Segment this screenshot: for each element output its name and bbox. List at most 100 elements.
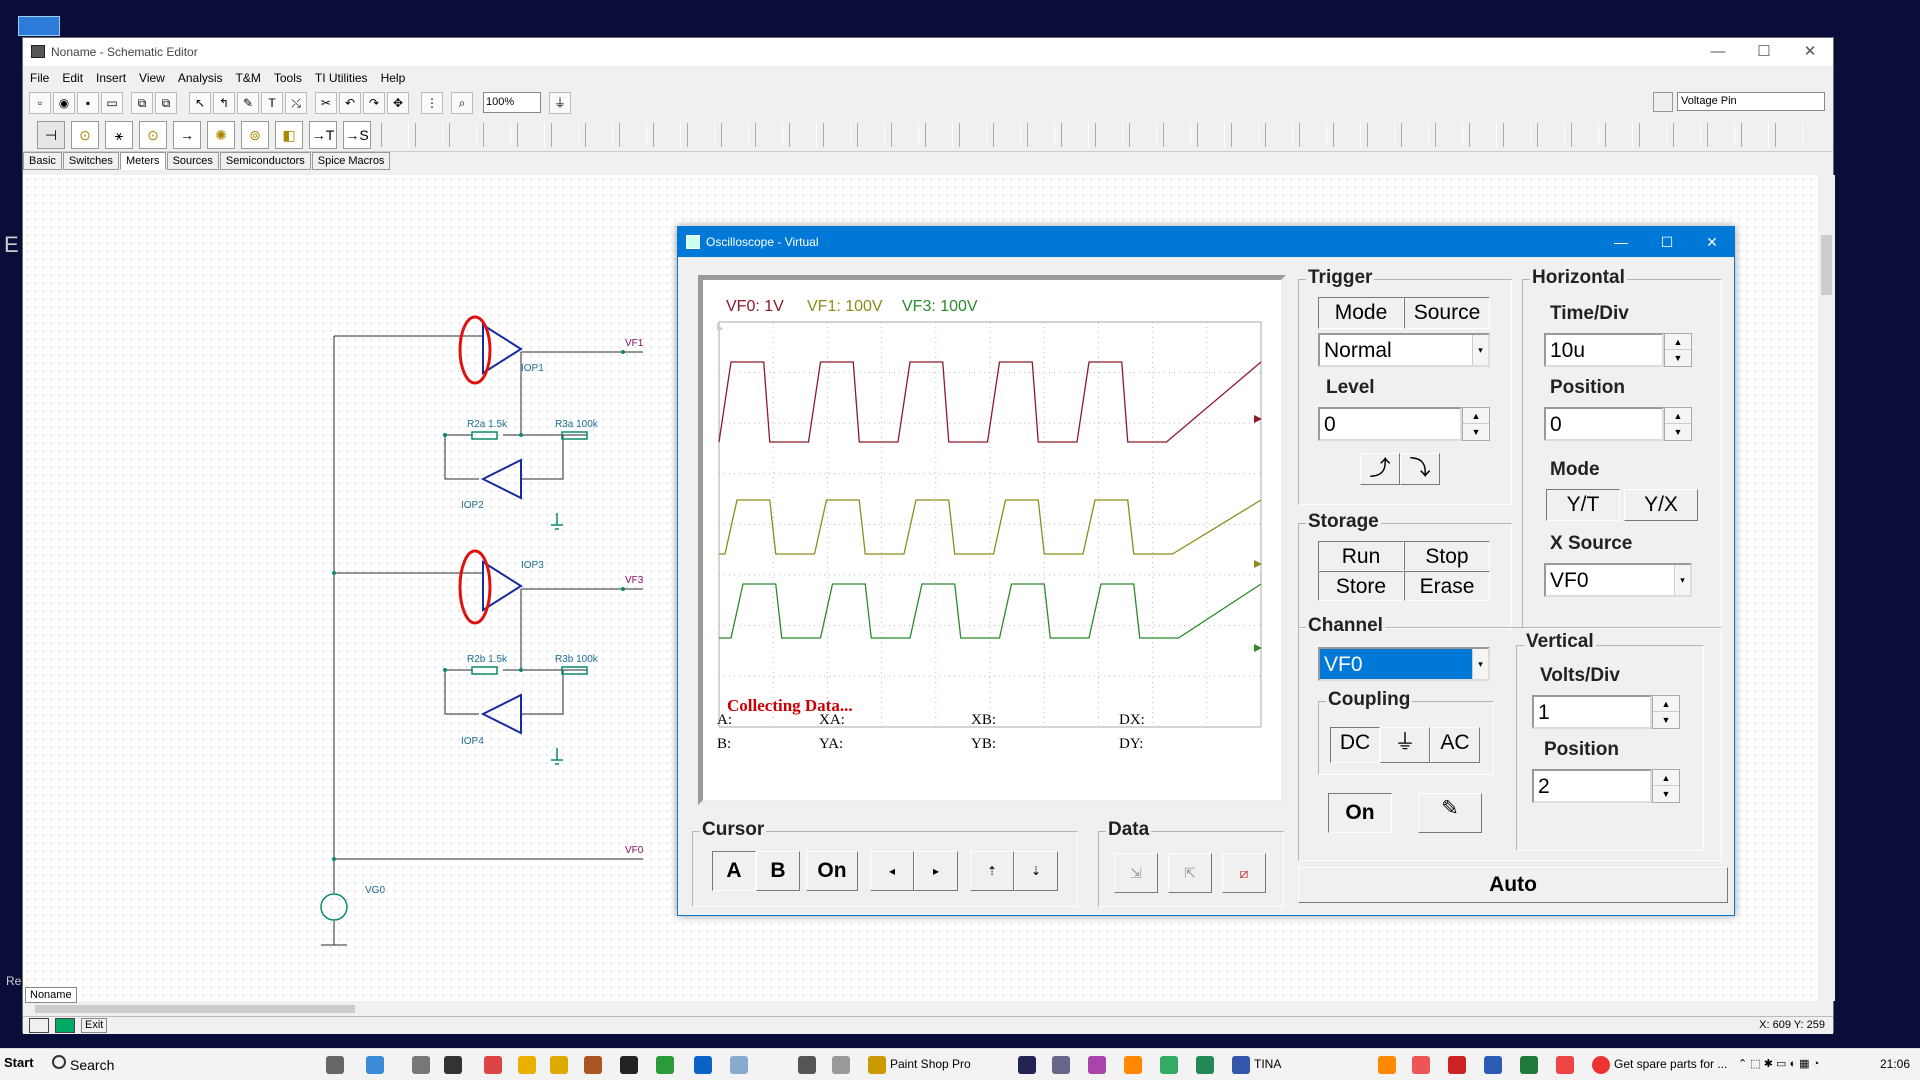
trigger-level-field[interactable]: 0 — [1318, 407, 1462, 441]
tina-icon[interactable] — [1232, 1056, 1250, 1074]
open-icon[interactable]: ◉ — [53, 92, 75, 114]
pen-icon[interactable]: ✎ — [237, 92, 259, 114]
timediv-stepper[interactable]: ▲ ▼ — [1664, 333, 1692, 367]
scope-close-button[interactable]: ✕ — [1689, 227, 1735, 257]
stop-button[interactable]: Stop — [1404, 541, 1490, 571]
erase-button[interactable]: Erase — [1404, 571, 1490, 601]
scroll-thumb[interactable] — [1821, 235, 1832, 295]
tab-basic[interactable]: Basic — [23, 152, 62, 170]
taskbar-search[interactable]: Search — [70, 1057, 114, 1073]
timediv-field[interactable]: 10u — [1544, 333, 1664, 367]
h-position-field[interactable]: 0 — [1544, 407, 1664, 441]
v-position-stepper[interactable]: ▲ ▼ — [1652, 769, 1680, 803]
calculator-icon[interactable] — [798, 1056, 816, 1074]
scope-minimize-button[interactable]: — — [1598, 227, 1644, 257]
delete-icon[interactable]: ✂ — [315, 92, 337, 114]
terminal-icon[interactable] — [444, 1056, 462, 1074]
app-icon[interactable] — [1052, 1056, 1070, 1074]
copy-icon[interactable]: ⧉ — [131, 92, 153, 114]
wire-icon[interactable]: ↰ — [213, 92, 235, 114]
pin-type-select[interactable]: Voltage Pin — [1677, 92, 1825, 111]
scroll-thumb[interactable] — [35, 1005, 355, 1013]
chevron-down-icon[interactable]: ▾ — [1674, 565, 1690, 595]
menu-view[interactable]: View — [132, 66, 171, 85]
speaker-icon[interactable]: ◧ — [275, 121, 303, 149]
dc-coupling-button[interactable]: DC — [1330, 727, 1380, 763]
excel-icon[interactable] — [1520, 1056, 1538, 1074]
tab-sources[interactable]: Sources — [166, 152, 219, 170]
save-icon[interactable]: ▪ — [77, 92, 99, 114]
falling-edge-icon[interactable]: ⤵ — [1400, 453, 1440, 485]
probe-icon[interactable]: ⚹ — [105, 121, 133, 149]
tray-chevron-up-icon[interactable]: ⌃ ⬚ ✱ ▭ ◐ ▦ ◔ — [1738, 1057, 1819, 1070]
wattmeter-icon[interactable]: ✺ — [207, 121, 235, 149]
app-icon[interactable] — [832, 1056, 850, 1074]
search-icon[interactable] — [52, 1055, 66, 1069]
component-icon[interactable]: ⏚ — [549, 92, 571, 114]
vlc-icon[interactable] — [1124, 1056, 1142, 1074]
export-icon[interactable]: ⇱ — [1168, 853, 1212, 893]
run-button[interactable]: Run — [1318, 541, 1404, 571]
trigger-source-button[interactable]: Source — [1404, 297, 1490, 329]
app-icon[interactable] — [656, 1056, 674, 1074]
settings-icon[interactable] — [29, 1018, 49, 1033]
ground-component-icon[interactable]: ⊣ — [37, 121, 65, 149]
tab-spice-macros[interactable]: Spice Macros — [311, 152, 391, 170]
chevron-down-icon[interactable]: ▾ — [1472, 649, 1488, 679]
brave-icon[interactable] — [1556, 1056, 1574, 1074]
app-icon[interactable] — [730, 1056, 748, 1074]
chrome-icon[interactable] — [1592, 1056, 1610, 1074]
ac-coupling-button[interactable]: AC — [1430, 727, 1480, 763]
app-icon[interactable] — [1160, 1056, 1178, 1074]
voltmeter-icon[interactable]: ⊙ — [71, 121, 99, 149]
app-icon[interactable] — [1018, 1056, 1036, 1074]
trigger-mode-button[interactable]: Mode — [1318, 297, 1404, 329]
ohmmeter-icon[interactable]: ⊚ — [241, 121, 269, 149]
pin-icon[interactable] — [1653, 92, 1673, 112]
cursor-up-icon[interactable]: ⇡ — [970, 851, 1014, 891]
taskbar-item-paint-shop-pro[interactable]: Paint Shop Pro — [890, 1057, 971, 1071]
horizontal-scrollbar[interactable] — [23, 1001, 1818, 1016]
app-icon[interactable] — [1196, 1056, 1214, 1074]
tab-semiconductors[interactable]: Semiconductors — [219, 152, 311, 170]
trigger-level-stepper[interactable]: ▲ ▼ — [1462, 407, 1490, 441]
store-button[interactable]: Store — [1318, 571, 1404, 601]
app-icon[interactable] — [366, 1056, 384, 1074]
redo-icon[interactable]: ↷ — [363, 92, 385, 114]
app-icon[interactable] — [484, 1056, 502, 1074]
app-icon[interactable] — [412, 1056, 430, 1074]
tab-meters[interactable]: Meters — [119, 152, 166, 170]
word-icon[interactable] — [1484, 1056, 1502, 1074]
outlook-icon[interactable] — [694, 1056, 712, 1074]
cursor-right-icon[interactable]: ▸ — [914, 851, 958, 891]
scope-screen[interactable]: VF0: 1V VF1: 100V VF3: 100V Collecting D… — [698, 275, 1286, 805]
taskbar-item-browser[interactable]: Get spare parts for ... — [1614, 1057, 1727, 1071]
import-icon[interactable]: ⇲ — [1114, 853, 1158, 893]
app-icon[interactable] — [1412, 1056, 1430, 1074]
start-button[interactable]: Start — [4, 1055, 34, 1070]
rising-edge-icon[interactable]: ⤴ — [1360, 453, 1400, 485]
cursor-a-button[interactable]: A — [712, 851, 756, 891]
pdf-icon[interactable] — [1448, 1056, 1466, 1074]
move-icon[interactable]: ✥ — [387, 92, 409, 114]
folder-icon[interactable]: ▭ — [101, 92, 123, 114]
voltsdiv-stepper[interactable]: ▲ ▼ — [1652, 695, 1680, 729]
chevron-down-icon[interactable]: ▾ — [1472, 335, 1488, 365]
folder-icon[interactable] — [518, 1056, 536, 1074]
xsource-select[interactable]: VF0 — [1544, 563, 1692, 597]
cursor-b-button[interactable]: B — [756, 851, 800, 891]
menu-ti-utilities[interactable]: TI Utilities — [308, 66, 374, 85]
v-position-field[interactable]: 2 — [1532, 769, 1652, 803]
auto-button[interactable]: Auto — [1298, 867, 1728, 903]
menu-analysis[interactable]: Analysis — [171, 66, 229, 85]
desktop-app-icon[interactable] — [18, 16, 60, 36]
t-pin-icon[interactable]: →T — [309, 121, 337, 149]
channel-on-button[interactable]: On — [1328, 793, 1392, 833]
tab-switches[interactable]: Switches — [62, 152, 119, 170]
menu-tools[interactable]: Tools — [267, 66, 308, 85]
cursor-down-icon[interactable]: ⇣ — [1014, 851, 1058, 891]
maximize-button[interactable]: ☐ — [1741, 38, 1787, 66]
label-icon[interactable]: ⤯ — [285, 92, 307, 114]
paint-shop-pro-icon[interactable] — [868, 1056, 886, 1074]
clear-icon[interactable]: ⧄ — [1222, 853, 1266, 893]
